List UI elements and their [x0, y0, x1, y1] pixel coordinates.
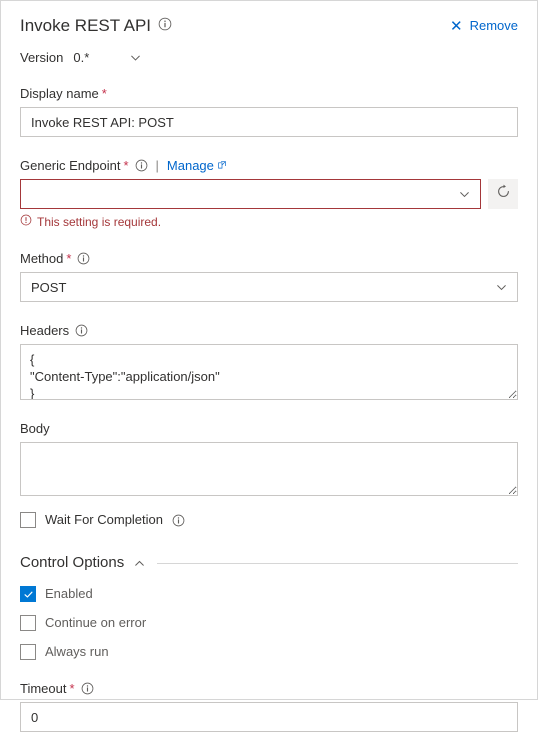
body-label: Body	[20, 421, 50, 436]
timeout-label-row: Timeout *	[20, 680, 518, 697]
info-icon[interactable]	[75, 324, 88, 337]
body-label-row: Body	[20, 420, 518, 437]
required-indicator: *	[66, 251, 72, 266]
wait-for-completion-checkbox[interactable]: Wait For Completion	[20, 512, 518, 528]
chevron-down-icon	[458, 188, 471, 201]
timeout-label: Timeout	[20, 681, 67, 696]
refresh-icon	[496, 184, 511, 204]
timeout-field: Timeout *	[20, 680, 518, 732]
info-icon[interactable]	[135, 159, 148, 172]
method-label: Method	[20, 251, 64, 266]
generic-endpoint-select[interactable]	[20, 179, 481, 209]
checkbox-box	[20, 512, 36, 528]
generic-endpoint-label: Generic Endpoint	[20, 158, 121, 173]
display-name-label: Display name	[20, 86, 99, 101]
required-indicator: *	[123, 158, 129, 173]
info-icon[interactable]	[77, 252, 90, 265]
close-icon: ✕	[450, 17, 463, 35]
enabled-label: Enabled	[45, 586, 93, 601]
headers-label-row: Headers	[20, 322, 518, 339]
headers-textarea[interactable]: { "Content-Type":"application/json" }	[20, 344, 518, 400]
continue-on-error-checkbox[interactable]: Continue on error	[20, 615, 518, 631]
display-name-label-row: Display name *	[20, 85, 518, 102]
method-label-row: Method *	[20, 250, 518, 267]
info-icon[interactable]	[81, 682, 94, 695]
headers-label: Headers	[20, 323, 70, 338]
remove-button[interactable]: ✕ Remove	[450, 15, 518, 34]
body-field: Body	[20, 420, 518, 496]
generic-endpoint-field: Generic Endpoint * | Manage This setting…	[20, 157, 518, 230]
chevron-down-icon	[495, 281, 508, 294]
label-separator: |	[155, 158, 159, 173]
control-options-header[interactable]: Control Options	[20, 553, 518, 573]
info-icon[interactable]	[172, 514, 185, 527]
error-text: This setting is required.	[37, 214, 162, 229]
continue-on-error-label: Continue on error	[45, 615, 147, 630]
title-group: Invoke REST API	[20, 15, 172, 37]
enabled-checkbox[interactable]: Enabled	[20, 586, 518, 602]
task-config-panel: Invoke REST API ✕ Remove Version 0.* Dis…	[0, 0, 538, 732]
method-value: POST	[31, 279, 67, 295]
headers-field: Headers { "Content-Type":"application/js…	[20, 322, 518, 400]
required-indicator: *	[101, 86, 107, 101]
display-name-field: Display name *	[20, 85, 518, 137]
wait-for-completion-label: Wait For Completion	[45, 512, 163, 527]
always-run-label: Always run	[45, 644, 109, 659]
required-indicator: *	[69, 681, 75, 696]
remove-label: Remove	[469, 18, 518, 33]
method-select[interactable]: POST	[20, 272, 518, 302]
checkbox-box	[20, 586, 36, 602]
version-row: Version 0.*	[20, 50, 518, 65]
version-label: Version	[20, 50, 64, 65]
version-value: 0.*	[73, 50, 90, 65]
section-divider	[157, 562, 518, 564]
external-link-icon	[217, 157, 227, 174]
manage-label: Manage	[166, 158, 214, 173]
checkbox-box	[20, 644, 36, 660]
page-title: Invoke REST API	[20, 16, 152, 35]
timeout-input[interactable]	[20, 702, 518, 732]
chevron-down-icon[interactable]	[129, 51, 142, 64]
endpoint-input-row	[20, 179, 518, 209]
control-options-list: Enabled Continue on error Always run	[20, 586, 518, 660]
chevron-up-icon	[133, 557, 146, 570]
method-field: Method * POST	[20, 250, 518, 302]
control-options-title: Control Options	[20, 554, 125, 571]
checkbox-box	[20, 615, 36, 631]
error-circle-icon	[20, 214, 32, 230]
panel-header: Invoke REST API ✕ Remove	[20, 15, 518, 37]
info-icon[interactable]	[158, 17, 172, 36]
body-textarea[interactable]	[20, 442, 518, 496]
refresh-endpoints-button[interactable]	[488, 179, 518, 209]
always-run-checkbox[interactable]: Always run	[20, 644, 518, 660]
endpoint-error-message: This setting is required.	[20, 214, 518, 230]
manage-link[interactable]: Manage	[167, 157, 227, 174]
generic-endpoint-label-row: Generic Endpoint * | Manage	[20, 157, 518, 174]
display-name-input[interactable]	[20, 107, 518, 137]
